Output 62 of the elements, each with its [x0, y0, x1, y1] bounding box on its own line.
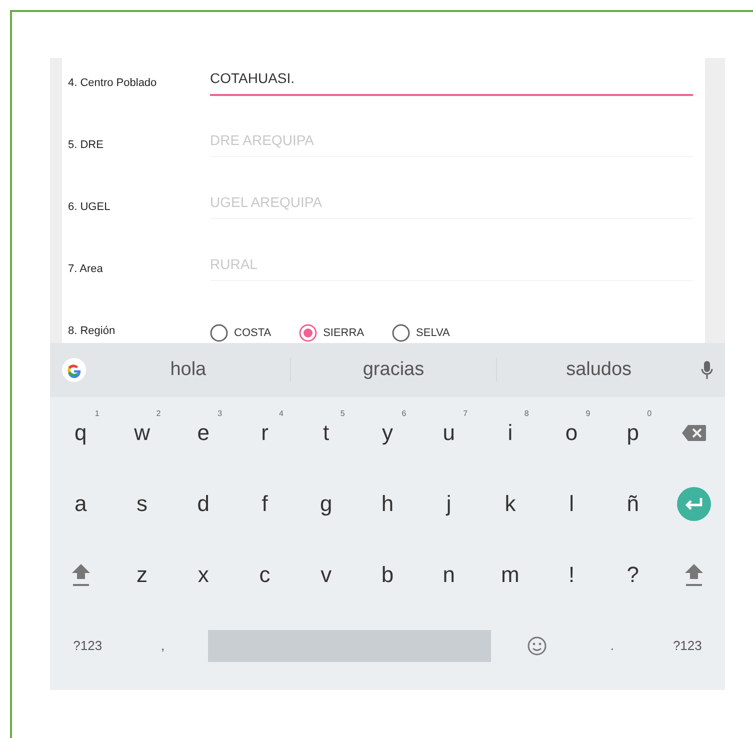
keyboard-key[interactable]: f: [234, 474, 296, 534]
keyboard-key[interactable]: ?123: [50, 616, 126, 676]
key-hint: 1: [94, 408, 100, 418]
key-hint: 5: [340, 408, 345, 418]
shift-icon: [684, 562, 704, 586]
keyboard-key[interactable]: u 7: [418, 402, 480, 462]
keyboard-key[interactable]: y 6: [356, 402, 418, 462]
keyboard-key[interactable]: i 8: [480, 402, 541, 462]
suggestion[interactable]: saludos: [496, 358, 701, 382]
keyboard-key[interactable]: ñ: [602, 474, 664, 534]
keyboard-key[interactable]: s: [111, 474, 173, 534]
key-hint: 4: [278, 408, 284, 418]
keyboard-key[interactable]: ?: [602, 544, 664, 604]
keyboard-key[interactable]: ,: [125, 616, 200, 676]
keyboard-key[interactable]: e 3: [172, 402, 234, 462]
shift-icon: [70, 562, 91, 586]
key-hint: 8: [524, 408, 529, 418]
keyboard-key[interactable]: b: [356, 544, 418, 604]
keyboard-key[interactable]: n: [418, 544, 480, 604]
keyboard-key[interactable]: x: [172, 544, 234, 604]
keyboard-key[interactable]: d: [172, 474, 234, 534]
keyboard-key[interactable]: v: [295, 544, 357, 604]
keyboard-key[interactable]: l: [540, 474, 602, 534]
keyboard-key[interactable]: j: [418, 474, 480, 534]
keyboard-key[interactable]: h: [356, 474, 418, 534]
field-label: 8. Región: [68, 324, 116, 338]
radio-option[interactable]: COSTA: [210, 324, 272, 342]
keyboard-key[interactable]: !: [540, 544, 602, 604]
key-hint: 3: [218, 408, 222, 418]
enter-icon: [677, 486, 712, 520]
field-label: 7. Area: [68, 262, 104, 276]
keyboard-key[interactable]: ?123: [650, 616, 726, 676]
backspace-icon: [681, 424, 708, 442]
key-hint: 2: [156, 408, 161, 418]
keyboard-key[interactable]: r 4: [234, 402, 296, 462]
keyboard-key[interactable]: p 0: [602, 402, 664, 462]
keyboard-key[interactable]: t 5: [295, 402, 357, 462]
keyboard-key[interactable]: c: [234, 544, 296, 604]
keyboard-key[interactable]: z: [111, 544, 173, 604]
suggestion[interactable]: gracias: [290, 358, 496, 382]
radio-option[interactable]: SELVA: [392, 324, 450, 342]
field-label: 4. Centro Poblado: [68, 76, 158, 90]
keyboard-key[interactable]: a: [50, 474, 112, 534]
field-label: 6. UGEL: [68, 200, 112, 214]
keyboard-key[interactable]: .: [574, 616, 650, 676]
keyboard-key[interactable]: m: [480, 544, 541, 604]
keyboard-key[interactable]: w 2: [111, 402, 173, 462]
keyboard-key[interactable]: q 1: [50, 402, 112, 462]
key-hint: 0: [647, 408, 652, 418]
keyboard-key[interactable]: k: [480, 474, 541, 534]
keyboard-key[interactable]: g: [295, 474, 357, 534]
keyboard-key[interactable]: o 9: [540, 402, 602, 462]
emoji-icon: [526, 636, 547, 656]
key-hint: 7: [463, 408, 468, 418]
key-hint: 6: [402, 408, 406, 418]
suggestion[interactable]: hola: [86, 358, 290, 382]
radio-option[interactable]: SIERRA: [299, 324, 364, 342]
input-field[interactable]: COTAHUASI.: [210, 58, 693, 96]
field-label: 5. DRE: [68, 138, 104, 152]
google-logo-icon[interactable]: [62, 358, 86, 382]
microphone-icon[interactable]: [700, 360, 713, 380]
key-hint: 9: [586, 408, 590, 418]
